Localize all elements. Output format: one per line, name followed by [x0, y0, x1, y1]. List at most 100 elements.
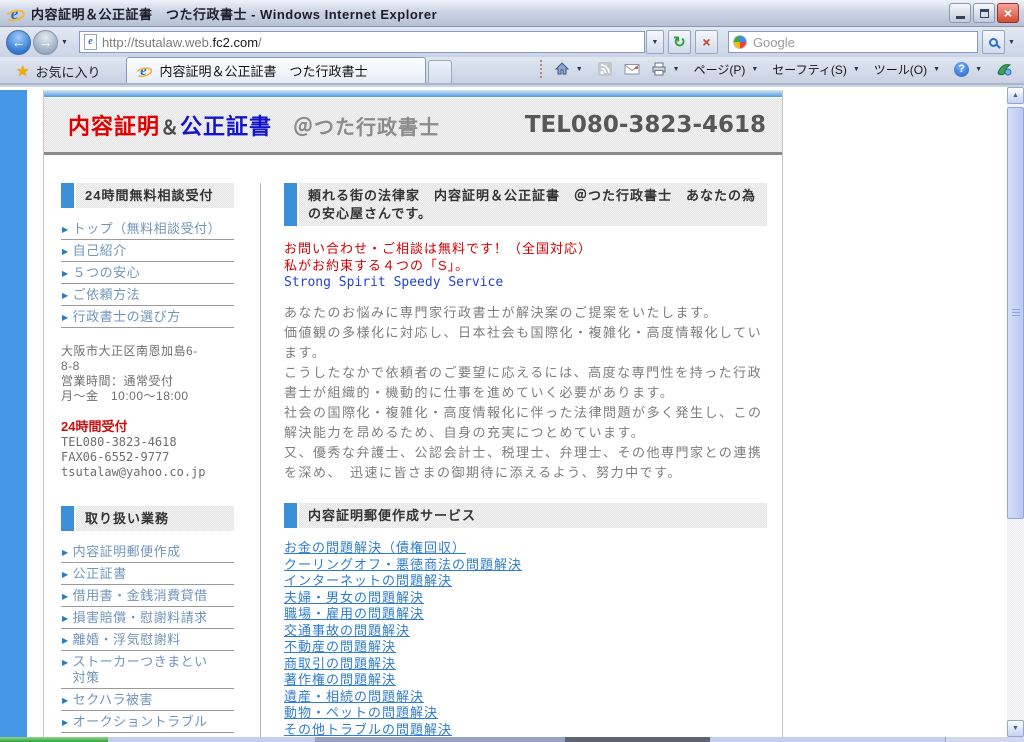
page-menu-button[interactable]: ページ(P) ▼ — [692, 59, 764, 80]
forward-button[interactable]: → — [33, 30, 58, 55]
start-button-edge[interactable] — [0, 737, 108, 742]
search-button[interactable] — [982, 30, 1005, 54]
address-input[interactable]: e http://tsutalaw.web.fc2.com/ — [79, 31, 645, 53]
sidebar-menu-item-label: ５つの安心 — [73, 265, 141, 281]
sidebar-menu-item[interactable]: ▶ オークショントラブル — [61, 711, 234, 733]
sidebar-menu-item[interactable]: ▶ ご依頼方法 — [61, 284, 234, 306]
taskbar-button-edge[interactable] — [315, 737, 565, 742]
service-link[interactable]: 遺産・相続の問題解決 — [284, 689, 767, 706]
help-dropdown-icon: ▼ — [972, 66, 985, 73]
blue-square-icon — [61, 183, 74, 208]
sidebar-menu-item[interactable]: ▶ 行政書士の選び方 — [61, 306, 234, 328]
service-link[interactable]: 交通事故の問題解決 — [284, 623, 767, 640]
service-link[interactable]: クーリングオフ・悪徳商法の問題解決 — [284, 557, 767, 574]
tools-menu-button[interactable]: ツール(O) ▼ — [872, 59, 945, 80]
ie-logo-icon: e — [5, 4, 24, 23]
sidebar-menu-item[interactable]: ▶ ５つの安心 — [61, 262, 234, 284]
service-link[interactable]: 商取引の問題解決 — [284, 656, 767, 673]
maximize-button[interactable] — [973, 3, 995, 23]
blue-square-icon — [284, 503, 297, 528]
feeds-button[interactable] — [595, 59, 615, 79]
sidebar-menu-item[interactable]: ▶ ストーカーつきまとい 対策 — [61, 651, 234, 689]
triangle-bullet-icon: ▶ — [62, 548, 69, 557]
header-phone-number: TEL080-3823-4618 — [525, 112, 766, 138]
service-link[interactable]: その他トラブルの問題解決 — [284, 722, 767, 738]
home-button[interactable]: ▼ — [552, 59, 588, 79]
sidebar-menu-item[interactable]: ▶ 離婚・浮気慰謝料 — [61, 629, 234, 651]
back-button[interactable]: ← — [6, 30, 31, 55]
sidebar-menu-item[interactable]: ▶ 損害賠償・慰謝料請求 — [61, 607, 234, 629]
refresh-icon: ↻ — [673, 33, 686, 51]
print-dropdown-icon[interactable]: ▼ — [670, 66, 683, 73]
site-title-suffix: ＠つた行政書士 — [272, 117, 440, 139]
service-link-list: お金の問題解決（債権回収） クーリングオフ・悪徳商法の問題解決 インターネットの… — [284, 540, 767, 737]
print-button[interactable]: ▼ — [649, 59, 685, 79]
site-title-part1: 内容証明 — [68, 114, 160, 139]
star-icon: ★ — [16, 62, 29, 80]
sidebar-menu-item[interactable]: ▶ トップ（無料相談受付） — [61, 218, 234, 240]
sidebar-menu-item[interactable]: ▶ セクハラ被害 — [61, 689, 234, 711]
scroll-down-button[interactable]: ▼ — [1007, 720, 1024, 737]
sidebar-menu-item[interactable]: ▶ 内容証明郵便作成 — [61, 541, 234, 563]
search-dropdown-icon[interactable]: ▼ — [1005, 39, 1018, 46]
promise-line: 私がお約束する４つの「S」。 — [284, 257, 767, 274]
help-button[interactable]: ? ▼ — [952, 60, 987, 79]
home-dropdown-icon[interactable]: ▼ — [573, 66, 586, 73]
safety-menu-label: セーフティ(S) — [772, 61, 847, 78]
service-link[interactable]: 職場・雇用の問題解決 — [284, 606, 767, 623]
services-heading: 内容証明郵便作成サービス — [299, 503, 767, 528]
site-title-part2: 公正証書 — [180, 114, 272, 139]
address-dropdown-button[interactable]: ▼ — [646, 30, 664, 54]
page-left-accent-strip — [0, 90, 27, 737]
addons-button[interactable] — [994, 59, 1014, 79]
favorites-label: お気に入り — [35, 62, 100, 81]
service-link[interactable]: お金の問題解決（債権回収） — [284, 540, 767, 557]
page-header: 内容証明＆公正証書 ＠つた行政書士 TEL080-3823-4618 — [44, 98, 782, 155]
refresh-button[interactable]: ↻ — [668, 30, 691, 54]
triangle-bullet-icon: ▶ — [62, 696, 69, 705]
service-link[interactable]: インターネットの問題解決 — [284, 573, 767, 590]
new-tab-button[interactable] — [428, 60, 452, 83]
sidebar-menu-item[interactable]: ▶ 借用書・金銭消費貸借 — [61, 585, 234, 607]
browser-tab[interactable]: e 内容証明＆公正証書 つた行政書士 — [126, 57, 426, 83]
rss-icon — [597, 61, 613, 77]
vertical-scrollbar[interactable]: ▲ ▼ — [1007, 87, 1024, 737]
tab-bar: ★ お気に入り e 内容証明＆公正証書 つた行政書士 ▼ ▼ ページ(P) ▼ … — [0, 57, 1024, 85]
hours-24-label: 24時間受付 — [61, 418, 234, 435]
sidebar-menu-item[interactable]: ▶ 自己紹介 — [61, 240, 234, 262]
site-title-amp: ＆ — [160, 118, 180, 139]
safety-menu-button[interactable]: セーフティ(S) ▼ — [770, 59, 865, 80]
triangle-bullet-icon: ▶ — [62, 570, 69, 579]
triangle-bullet-icon: ▶ — [62, 313, 69, 322]
history-dropdown-icon[interactable]: ▼ — [58, 39, 71, 46]
main-content: 頼れる街の法律家 内容証明＆公正証書 ＠つた行政書士 あなたの為 の安心屋さんで… — [260, 183, 782, 737]
search-box[interactable] — [728, 31, 978, 53]
intro-heading-block: 頼れる街の法律家 内容証明＆公正証書 ＠つた行政書士 あなたの為 の安心屋さんで… — [284, 183, 767, 226]
sidebar-menu-item-label: 借用書・金銭消費貸借 — [73, 588, 208, 604]
scroll-up-button[interactable]: ▲ — [1007, 87, 1024, 104]
sidebar-menu-item-label: トップ（無料相談受付） — [73, 221, 222, 237]
window-titlebar: e 内容証明＆公正証書 つた行政書士 - Windows Internet Ex… — [0, 0, 1024, 27]
triangle-bullet-icon: ▶ — [62, 269, 69, 278]
mail-icon — [624, 61, 640, 77]
favorites-button[interactable]: ★ お気に入り — [4, 59, 112, 83]
stop-button[interactable]: × — [695, 30, 718, 54]
page-header-accent-bar — [44, 90, 782, 98]
taskbar-button-edge[interactable] — [565, 737, 710, 742]
service-link[interactable]: 不動産の問題解決 — [284, 639, 767, 656]
service-link[interactable]: 動物・ペットの問題解決 — [284, 705, 767, 722]
service-link[interactable]: 著作権の問題解決 — [284, 672, 767, 689]
minimize-button[interactable] — [949, 3, 971, 23]
sidebar-menu-item-label: ご依頼方法 — [73, 287, 141, 303]
sidebar-section2-title: 取り扱い業務 — [76, 506, 234, 531]
magnifier-icon — [989, 38, 998, 47]
service-link[interactable]: 夫婦・男女の問題解決 — [284, 590, 767, 607]
search-input[interactable] — [753, 35, 973, 50]
triangle-bullet-icon: ▶ — [62, 225, 69, 234]
minimize-icon — [956, 16, 965, 19]
close-button[interactable]: × — [997, 3, 1019, 23]
four-s-slogan: Strong Spirit Speedy Service — [284, 274, 767, 291]
mail-button[interactable] — [622, 59, 642, 79]
sidebar-menu-item[interactable]: ▶ 公正証書 — [61, 563, 234, 585]
scrollbar-thumb[interactable] — [1007, 107, 1024, 519]
